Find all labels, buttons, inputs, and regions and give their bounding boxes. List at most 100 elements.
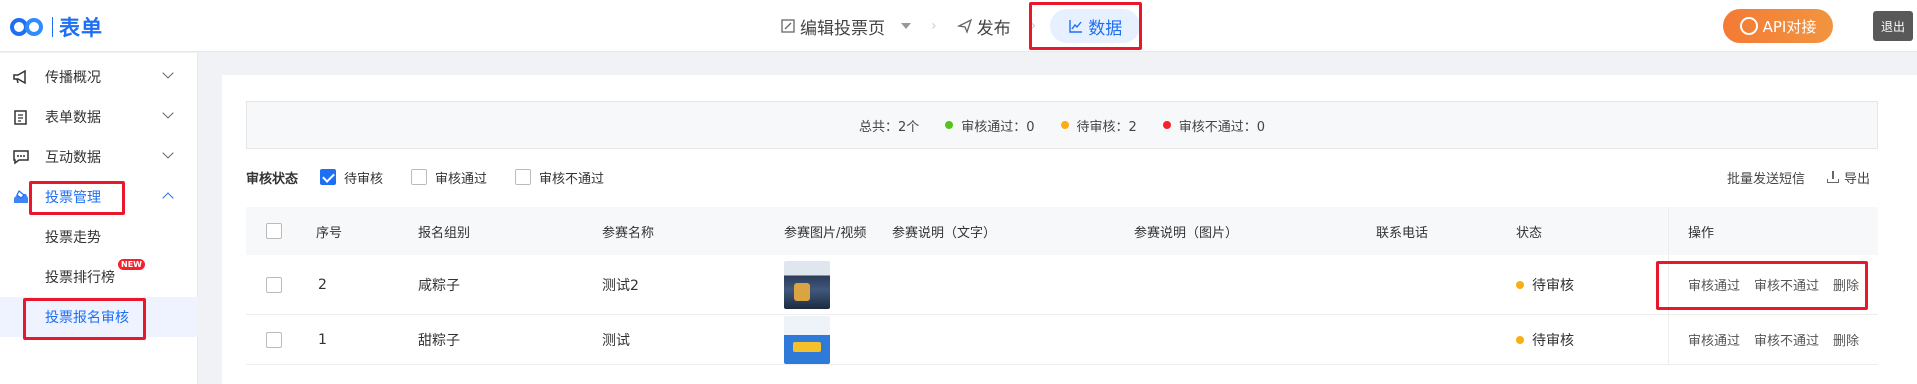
- col-header: 状态: [1516, 225, 1543, 241]
- filter-option-rejected[interactable]: 审核不通过: [515, 168, 604, 187]
- api-icon: [1739, 17, 1758, 35]
- chevron-down-icon: [162, 67, 174, 79]
- export-button[interactable]: 导出: [1827, 168, 1870, 187]
- filter-option-pending[interactable]: 待审核: [320, 168, 383, 187]
- row-status: 待审核: [1516, 255, 1574, 314]
- sidebar-item-spread-overview[interactable]: 传播概况: [0, 57, 198, 97]
- review-status-filter: 审核状态 待审核 审核通过 审核不通过: [246, 167, 632, 187]
- column-divider: [1668, 255, 1669, 314]
- column-divider: [1668, 315, 1669, 364]
- row-actions: 审核通过 审核不通过 删除: [1688, 255, 1873, 314]
- row-status: 待审核: [1516, 315, 1574, 364]
- status-label: 待审核: [1532, 332, 1574, 349]
- pending-dot: [1516, 280, 1524, 289]
- table-row: 1 甜粽子 测试 待审核 审核通过 审核不通过 删除: [246, 315, 1878, 365]
- delete-link[interactable]: 删除: [1833, 275, 1859, 294]
- logo[interactable]: 表单: [10, 12, 103, 42]
- sidebar-subitem-label: 投票报名审核: [45, 310, 129, 326]
- reject-link[interactable]: 审核不通过: [1754, 275, 1819, 294]
- logout-button[interactable]: 退出: [1873, 11, 1913, 41]
- top-bar: 表单 编辑投票页 › 发布 › 数据 API对接 退出: [0, 0, 1917, 52]
- step-data[interactable]: 数据: [1050, 9, 1141, 43]
- row-index: 1: [318, 331, 327, 348]
- edit-icon: [781, 19, 795, 33]
- row-name: 测试: [602, 332, 630, 349]
- sidebar-subitem-label: 投票排行榜: [45, 270, 115, 286]
- summary-pending: 待审核：2: [1060, 116, 1137, 135]
- step-data-label: 数据: [1088, 18, 1123, 39]
- chevron-down-icon: [162, 147, 174, 159]
- col-header: 参赛图片/视频: [784, 225, 867, 241]
- pending-dot: [1516, 335, 1524, 344]
- select-all-checkbox[interactable]: [266, 223, 282, 239]
- summary-approved: 审核通过：0: [945, 116, 1035, 135]
- new-badge: NEW: [118, 259, 145, 270]
- pending-dot: [1060, 121, 1069, 129]
- summary-approved-text: 审核通过：0: [961, 119, 1035, 135]
- chart-line-icon: [1069, 20, 1083, 33]
- column-divider: [1668, 207, 1669, 255]
- sidebar-item-form-data[interactable]: 表单数据: [0, 97, 198, 137]
- table-toolbar: 批量发送短信 导出: [1727, 167, 1870, 187]
- filter-option-approved[interactable]: 审核通过: [411, 168, 487, 187]
- chevron-right-icon: ›: [931, 18, 937, 34]
- download-icon: [1827, 171, 1840, 183]
- col-header: 参赛说明（文字）: [892, 225, 997, 241]
- step-nav: 编辑投票页 › 发布 › 数据: [774, 9, 1141, 43]
- approve-link[interactable]: 审核通过: [1688, 330, 1740, 349]
- row-actions: 审核通过 审核不通过 删除: [1688, 315, 1873, 364]
- reject-link[interactable]: 审核不通过: [1754, 330, 1819, 349]
- clipboard-icon: [14, 110, 27, 125]
- api-integration-button[interactable]: API对接: [1723, 9, 1833, 43]
- logo-text: 表单: [59, 16, 103, 40]
- sidebar-subitem-vote-registration-review[interactable]: 投票报名审核: [0, 297, 198, 337]
- send-icon: [956, 18, 972, 34]
- row-media-cell: [784, 315, 830, 364]
- row-select-cell: [266, 255, 282, 314]
- sidebar-subitem-label: 投票走势: [45, 230, 101, 246]
- col-header: 参赛说明（图片）: [1134, 225, 1239, 241]
- col-header: 序号: [316, 225, 343, 241]
- step-edit-vote-page[interactable]: 编辑投票页: [774, 9, 917, 43]
- filter-title: 审核状态: [246, 171, 299, 187]
- row-index: 2: [318, 276, 327, 293]
- sidebar-item-label: 传播概况: [45, 70, 101, 86]
- entry-thumbnail-image[interactable]: [784, 315, 830, 364]
- step-publish[interactable]: 发布: [951, 9, 1017, 43]
- vote-icon: [14, 190, 28, 203]
- checkbox[interactable]: [411, 169, 428, 185]
- bulk-sms-button[interactable]: 批量发送短信: [1727, 168, 1805, 187]
- table-header: 序号 报名组别 参赛名称 参赛图片/视频 参赛说明（文字） 参赛说明（图片） 联…: [246, 207, 1878, 255]
- approved-dot: [945, 121, 954, 129]
- sidebar-item-interaction-data[interactable]: 互动数据: [0, 137, 198, 177]
- row-group: 甜粽子: [418, 332, 460, 349]
- filter-option-label: 审核通过: [435, 171, 488, 187]
- row-group: 咸粽子: [418, 277, 460, 294]
- step-publish-label: 发布: [976, 18, 1011, 39]
- sidebar-subitem-vote-trend[interactable]: 投票走势: [0, 217, 198, 257]
- logo-mark-icon: [10, 15, 50, 39]
- sidebar-item-label: 投票管理: [45, 190, 101, 206]
- approve-link[interactable]: 审核通过: [1688, 275, 1740, 294]
- sidebar-subitem-vote-ranking[interactable]: 投票排行榜 NEW: [0, 257, 198, 297]
- summary-pending-text: 待审核：2: [1076, 119, 1137, 135]
- status-label: 待审核: [1532, 277, 1574, 294]
- col-header: 报名组别: [418, 225, 471, 241]
- row-name: 测试2: [602, 277, 639, 294]
- col-header: 操作: [1688, 225, 1715, 241]
- checkbox[interactable]: [515, 169, 532, 185]
- sidebar-item-vote-management[interactable]: 投票管理: [0, 177, 198, 217]
- select-all-cell: [266, 207, 282, 255]
- chevron-right-icon: ›: [1030, 18, 1037, 34]
- col-header: 参赛名称: [602, 225, 655, 241]
- table-row: 2 咸粽子 测试2 待审核 审核通过 审核不通过 删除: [246, 255, 1878, 315]
- entry-thumbnail-image[interactable]: [784, 260, 830, 309]
- delete-link[interactable]: 删除: [1833, 330, 1859, 349]
- row-checkbox[interactable]: [266, 331, 282, 348]
- row-checkbox[interactable]: [266, 276, 282, 293]
- filter-option-label: 审核不通过: [539, 171, 605, 187]
- row-select-cell: [266, 315, 282, 364]
- checkbox-checked[interactable]: [320, 169, 337, 185]
- filter-option-label: 待审核: [344, 171, 384, 187]
- chevron-down-icon[interactable]: [901, 23, 911, 29]
